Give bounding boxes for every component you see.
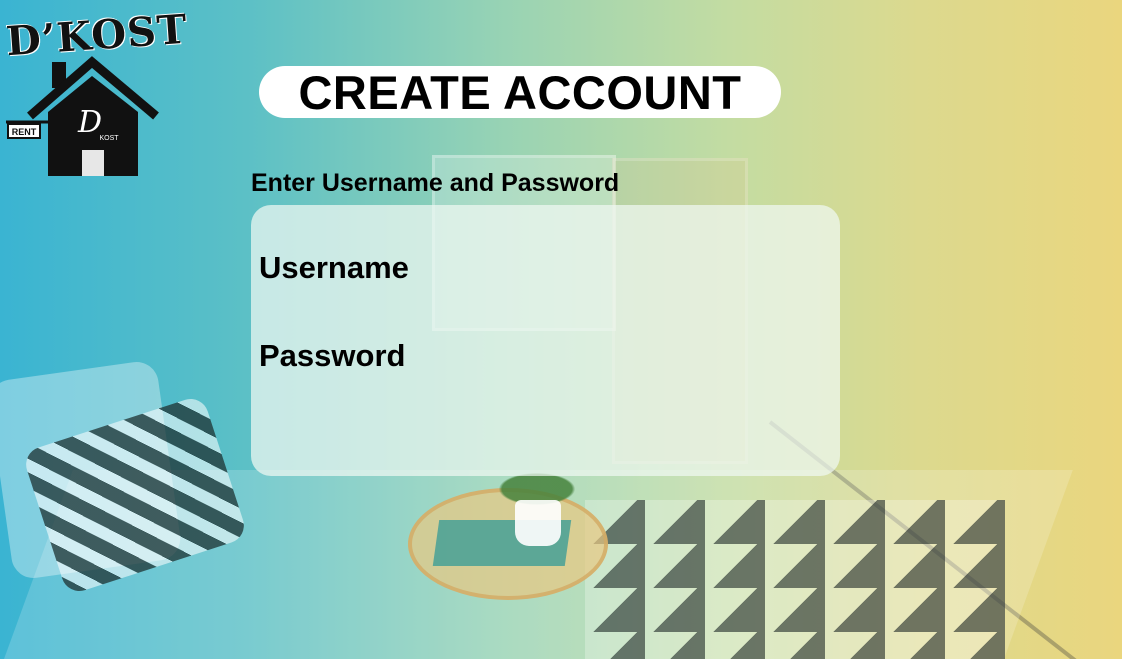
background-pillow [0,359,184,581]
dkost-logo: D’KOST RENT D KOST [4,6,189,181]
background-blanket [585,500,1005,659]
username-input[interactable] [429,252,823,294]
background-tray [408,488,608,600]
page-title-banner: CREATE ACCOUNT [259,65,781,119]
password-input[interactable] [429,340,823,382]
logo-rent-sign: RENT [12,127,37,137]
house-icon: RENT D KOST [6,56,159,176]
password-label: Password [259,338,406,373]
background-book [432,520,572,566]
logo-house-small-text: KOST [99,135,119,142]
username-field: Username [259,250,829,298]
background-pot [515,500,561,546]
background-patterned-pillow [21,394,249,596]
login-form-panel: Username Password [251,205,840,476]
page-title: CREATE ACCOUNT [298,65,742,119]
password-field: Password [259,338,829,386]
logo-house-letter: D [77,105,102,140]
form-instruction: Enter Username and Password [251,169,620,197]
username-label: Username [259,250,409,285]
background-bed [0,470,1073,659]
